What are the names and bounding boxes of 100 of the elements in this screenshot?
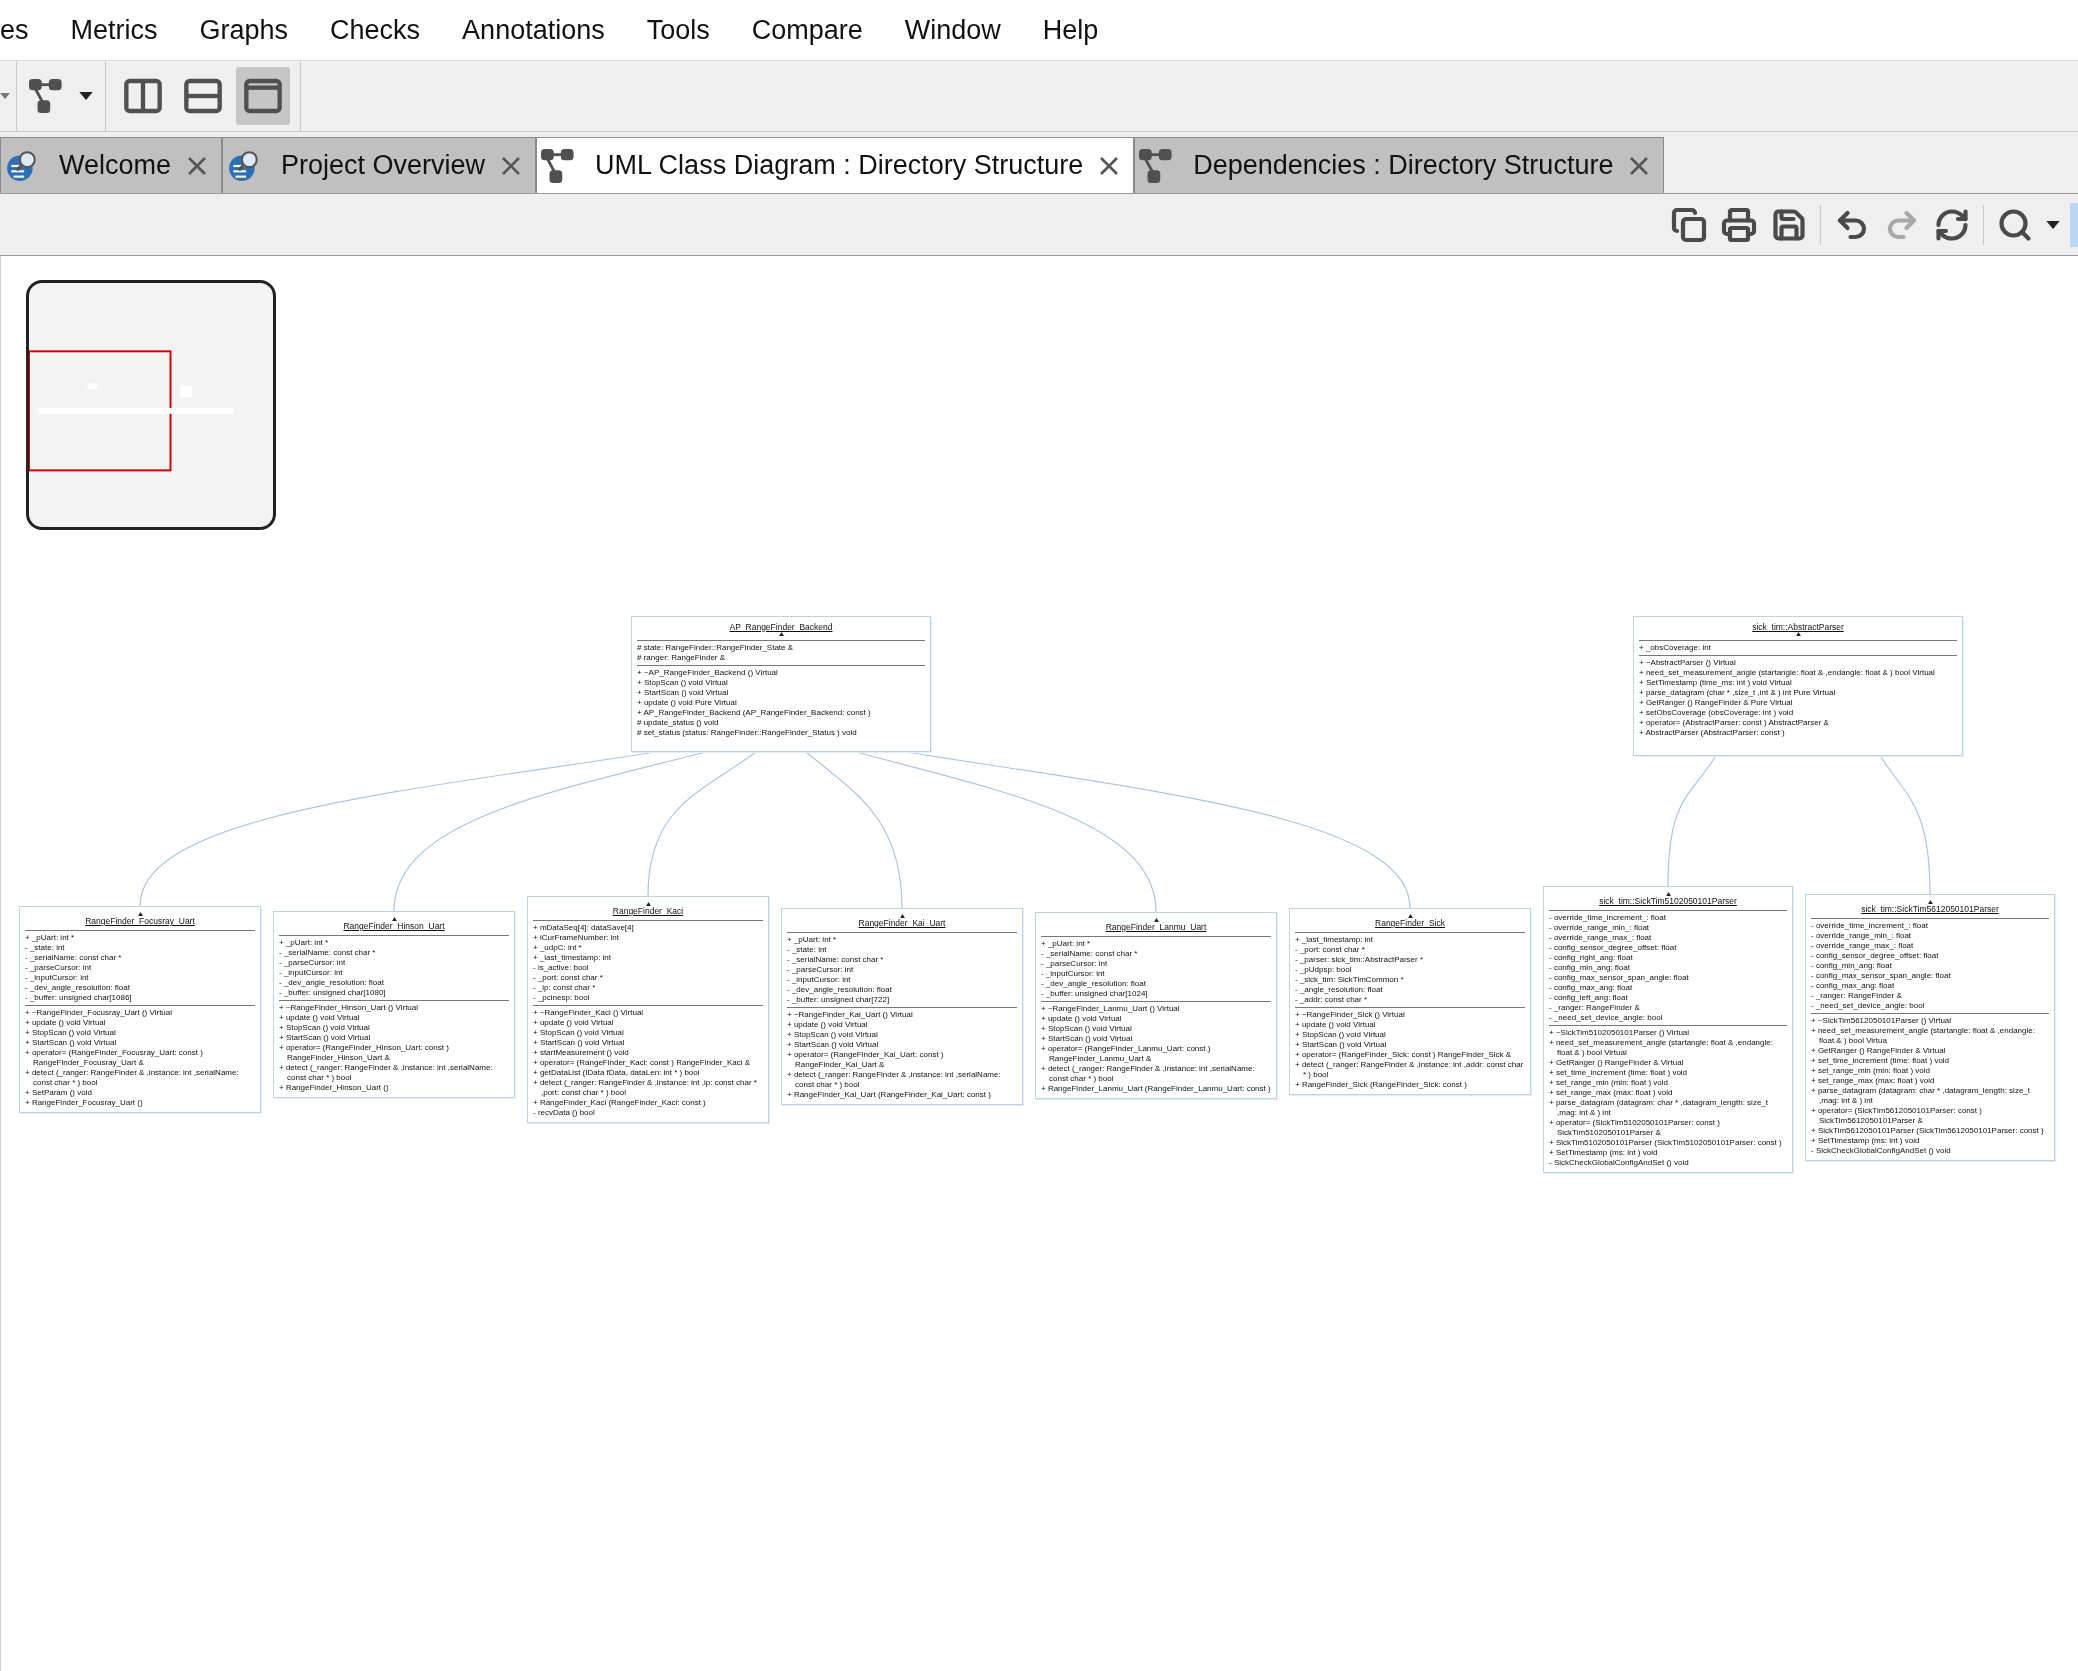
class-method: + operator= (RangeFinder_Kaci: const ) RangeFinder_Kaci & (533, 1058, 751, 1068)
class-attribute: - _serialName: const char * (279, 948, 377, 958)
menu-item[interactable]: Graphs (178, 9, 310, 51)
class-method: + ~SickTim5612050101Parser () Virtual (1811, 1016, 1953, 1026)
class-method: + ~SickTim5102050101Parser () Virtual (1549, 1028, 1691, 1038)
class-attribute: + _pUart: int * (1041, 939, 1092, 949)
view-layout-button[interactable] (236, 67, 290, 125)
class-method: + ~RangeFinder_Kai_Uart () Virtual (787, 1010, 914, 1020)
class-node[interactable] (527, 896, 769, 1123)
class-method: + ~RangeFinder_Focusray_Uart () Virtual (25, 1008, 174, 1018)
triangle-icon (645, 902, 651, 906)
class-attribute: - _pcinesp: bool (533, 993, 591, 1003)
menu-item[interactable]: Metrics (49, 9, 179, 51)
class-name: sick_tim::AbstractParser (1751, 622, 1845, 632)
class-attribute: - _dev_angle_resolution: float (1041, 979, 1147, 989)
tab[interactable]: UML Class Diagram : Directory Structure (536, 137, 1135, 193)
class-method: - SickCheckGlobalConfigAndSet () void (1811, 1146, 1952, 1156)
copy-icon (1671, 206, 1707, 243)
class-attribute: - _sick_tim: SickTimCommon * (1295, 975, 1405, 985)
menu-item[interactable]: Help (1021, 9, 1120, 51)
menu-item[interactable]: Compare (730, 9, 884, 51)
menu-item[interactable]: es (0, 9, 50, 51)
class-method: + RangeFinder_Sick (RangeFinder_Sick: const ) (1295, 1080, 1468, 1090)
class-attribute: - override_range_min_: float (1549, 923, 1651, 933)
class-node[interactable] (631, 616, 931, 752)
class-node[interactable] (1543, 886, 1793, 1173)
caret-icon[interactable] (79, 92, 93, 100)
class-method: + AP_RangeFinder_Backend (AP_RangeFinder_Backend: const ) (637, 708, 872, 718)
class-attribute: + _pUart: int * (279, 938, 330, 948)
class-method: + RangeFinder_Kaci (RangeFinder_Kaci: const ) (533, 1098, 707, 1108)
class-attribute: - config_min_ang: float (1811, 961, 1893, 971)
caret-icon[interactable] (2046, 220, 2060, 229)
tab[interactable]: Dependencies : Directory Structure (1134, 137, 1665, 193)
class-attribute: - _ip: const char * (533, 983, 597, 993)
class-node[interactable] (1633, 616, 1963, 756)
class-method: + StopScan () void Virtual (637, 678, 729, 688)
class-name: AP_RangeFinder_Backend (728, 622, 834, 632)
tab-label: Welcome (59, 149, 172, 183)
class-method: + parse_datagram (char * ,size_t ,int & ) int Pure Virtual (1639, 688, 1837, 698)
class-method: + StopScan () void Virtual (533, 1028, 625, 1038)
magnifier-icon (5, 148, 39, 183)
class-attribute: - _ranger: RangeFinder & (1811, 991, 1903, 1001)
class-method: + update () void Virtual (1041, 1014, 1123, 1024)
class-method: + detect (_ranger: RangeFinder & ,instance: int ,serialName: const char * ) bool (279, 1063, 494, 1083)
menu-item[interactable]: Tools (625, 9, 731, 51)
close-icon[interactable] (501, 155, 522, 176)
class-node[interactable] (273, 911, 515, 1098)
class-node[interactable] (781, 908, 1023, 1105)
class-method: + StopScan () void Virtual (787, 1030, 879, 1040)
class-method: + set_range_max (max: float ) void (1549, 1088, 1674, 1098)
class-attribute: - is_active: bool (533, 963, 590, 973)
class-method: + need_set_measurement_angle (startangle: float & ,endangle: float & ) bool Virtual (1549, 1038, 1774, 1058)
class-attribute: - config_sensor_degree_offset: float (1811, 951, 1940, 961)
class-node[interactable] (1035, 912, 1277, 1099)
class-attribute: - _inputCursor: int (25, 973, 90, 983)
triangle-icon (137, 912, 143, 916)
class-attribute: + _udpC: int * (533, 943, 583, 953)
class-attribute: - _angle_resolution: float (1295, 985, 1384, 995)
tab-label: Dependencies : Directory Structure (1193, 149, 1614, 183)
class-attribute: - config_max_sensor_span_angle: float (1549, 973, 1690, 983)
tab[interactable]: Project Overview (222, 137, 537, 193)
class-attribute: + _pUart: int * (25, 933, 76, 943)
class-method: - SickCheckGlobalConfigAndSet () void (1549, 1158, 1690, 1168)
menu-item[interactable]: Annotations (441, 9, 626, 51)
class-node[interactable] (1289, 908, 1531, 1095)
class-name: RangeFinder_Hinson_Uart (342, 921, 446, 931)
class-method: + StartScan () void Virtual (787, 1040, 880, 1050)
class-method: + ~RangeFinder_Hinson_Uart () Virtual (279, 1003, 420, 1013)
class-method: + update () void Virtual (1295, 1020, 1377, 1030)
class-method: + SetParam () void (25, 1088, 93, 1098)
class-method: + StartScan () void Virtual (533, 1038, 626, 1048)
class-attribute: + iCurFrameNumber: int (533, 933, 621, 943)
class-method: + StartScan () void Virtual (25, 1038, 118, 1048)
class-method: + GetRanger () RangeFinder & Virtual (1549, 1058, 1685, 1068)
class-method: + detect (_ranger: RangeFinder & ,instance: int ,serialName: const char * ) bool (787, 1070, 1002, 1090)
menu-item[interactable]: Checks (309, 9, 442, 51)
panel-edge (2070, 202, 2078, 247)
class-node[interactable] (1805, 894, 2055, 1161)
triangle-icon (1927, 900, 1933, 904)
class-node[interactable] (19, 906, 261, 1113)
triangle-icon (1153, 918, 1159, 922)
menu-item[interactable]: Window (883, 9, 1022, 51)
class-method: + StopScan () void Virtual (1041, 1024, 1133, 1034)
class-attribute: - _inputCursor: int (279, 968, 344, 978)
class-method: + update () void Virtual (279, 1013, 361, 1023)
class-method: + StartScan () void Virtual (279, 1033, 372, 1043)
class-method: + detect (_ranger: RangeFinder & ,instance: int ,ip: const char * ,port: const char * ) bool (533, 1078, 758, 1098)
class-attribute: - _inputCursor: int (1041, 969, 1106, 979)
class-method: + need_set_measurement_angle (startangle: float & ,endangle: float & ) bool Virtua (1811, 1026, 2036, 1046)
tab[interactable]: Welcome (0, 137, 223, 193)
class-attribute: - _need_set_device_angle: bool (1811, 1001, 1926, 1011)
close-icon[interactable] (187, 155, 208, 176)
class-method: + set_range_min (min: float ) void (1811, 1066, 1931, 1076)
class-name: RangeFinder_Sick (1374, 918, 1446, 928)
close-icon[interactable] (1099, 155, 1120, 176)
class-method: + RangeFinder_Kai_Uart (RangeFinder_Kai_Uart: const ) (787, 1090, 992, 1100)
class-method: + parse_datagram (datagram: char * ,datagram_length: size_t ,mag: int & ) int (1549, 1098, 1769, 1118)
class-attribute: - _dev_angle_resolution: float (25, 983, 131, 993)
class-attribute: - _parser: sick_tim::AbstractParser * (1295, 955, 1425, 965)
close-icon[interactable] (1629, 155, 1650, 176)
